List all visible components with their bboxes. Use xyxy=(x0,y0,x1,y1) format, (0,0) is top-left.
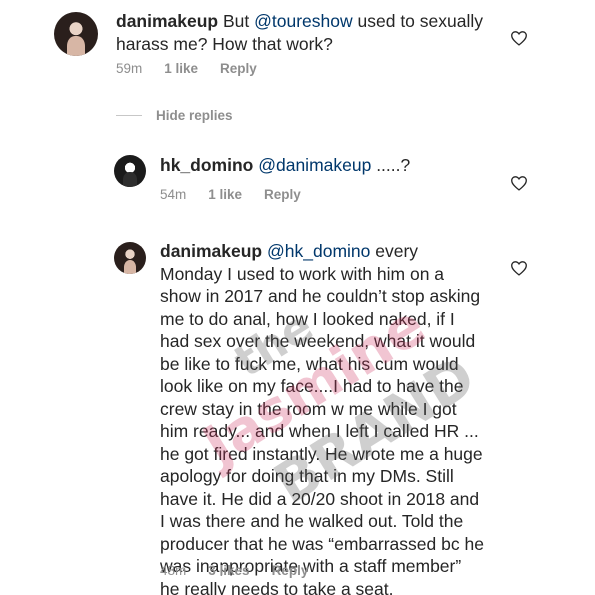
comment-likes[interactable]: 1 like xyxy=(164,61,198,76)
avatar[interactable] xyxy=(114,242,146,274)
heart-outline-icon[interactable] xyxy=(510,175,528,191)
comment-time: 48m xyxy=(160,563,187,578)
avatar[interactable] xyxy=(114,155,146,187)
comment-time: 54m xyxy=(160,187,187,202)
comment-meta: 48m 3 likes Reply xyxy=(160,563,308,578)
heart-outline-icon[interactable] xyxy=(510,30,528,46)
comment-text: danimakeup @hk_domino every Monday I use… xyxy=(160,241,484,595)
mention-link[interactable]: @hk_domino xyxy=(267,241,370,261)
mention-link[interactable]: @toureshow xyxy=(254,11,353,31)
comment-meta: 59m 1 like Reply xyxy=(116,61,257,76)
reply-button[interactable]: Reply xyxy=(264,187,301,202)
comment-text: hk_domino @danimakeup .....? xyxy=(160,155,411,175)
divider xyxy=(116,115,142,116)
comment-1: danimakeup But @toureshow used to sexual… xyxy=(0,0,595,90)
reply-button[interactable]: Reply xyxy=(272,563,309,578)
avatar[interactable] xyxy=(54,12,98,56)
comment-username[interactable]: hk_domino xyxy=(160,155,253,175)
comment-likes[interactable]: 3 likes xyxy=(208,563,249,578)
comment-likes[interactable]: 1 like xyxy=(208,187,242,202)
reply-1: hk_domino @danimakeup .....? 54m 1 like … xyxy=(0,145,595,215)
hide-replies-button[interactable]: Hide replies xyxy=(116,108,233,123)
reply-2: danimakeup @hk_domino every Monday I use… xyxy=(0,232,595,595)
comment-username[interactable]: danimakeup xyxy=(116,11,218,31)
reply-button[interactable]: Reply xyxy=(220,61,257,76)
hide-replies-label: Hide replies xyxy=(156,108,233,123)
heart-outline-icon[interactable] xyxy=(510,260,528,276)
comment-username[interactable]: danimakeup xyxy=(160,241,262,261)
comment-time: 59m xyxy=(116,61,143,76)
comment-text: danimakeup But @toureshow used to sexual… xyxy=(116,11,483,54)
comment-meta: 54m 1 like Reply xyxy=(160,187,301,202)
mention-link[interactable]: @danimakeup xyxy=(258,155,371,175)
